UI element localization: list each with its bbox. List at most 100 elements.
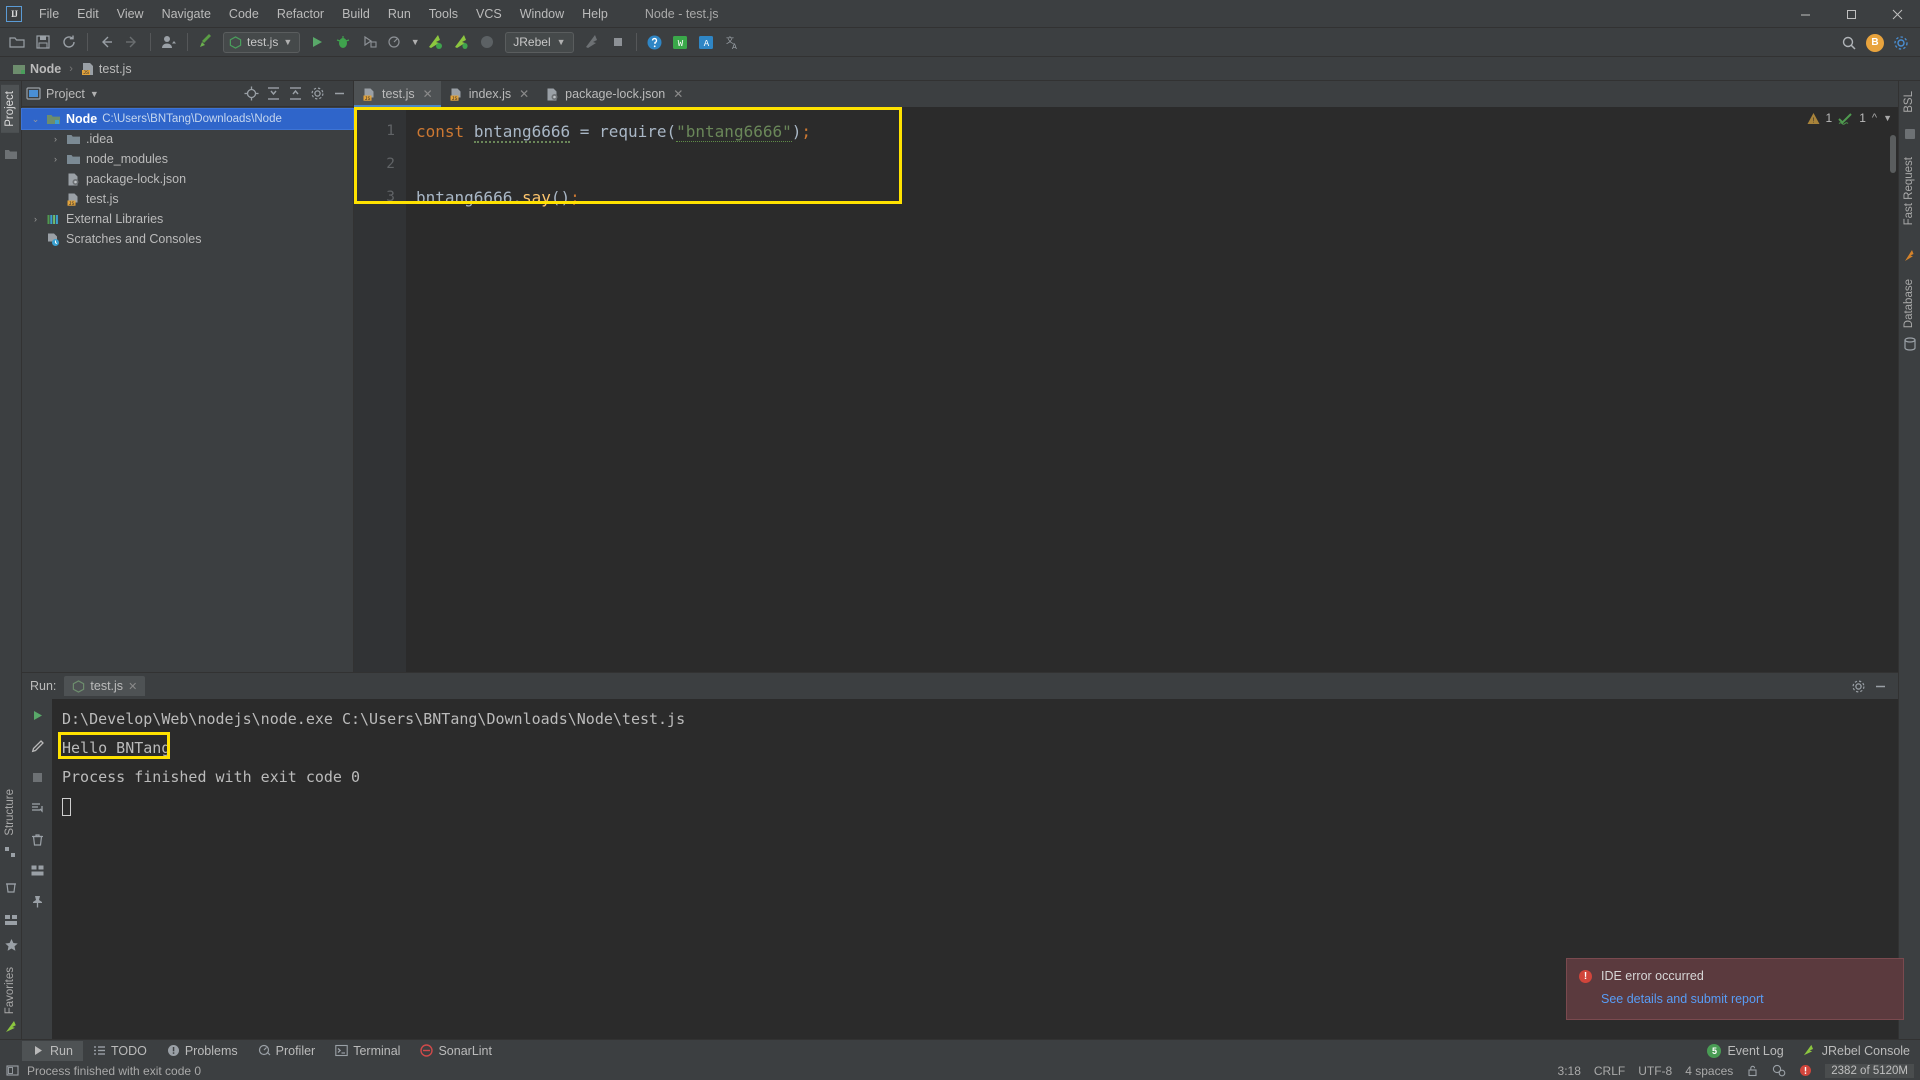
editor-tab-package-lock-json[interactable]: package-lock.json ✕: [537, 81, 691, 107]
notification-balloon[interactable]: ! IDE error occurred See details and sub…: [1566, 958, 1904, 1020]
unlock-icon[interactable]: [1746, 1064, 1759, 1077]
chevron-down-icon[interactable]: ▼: [409, 30, 421, 54]
chevron-down-icon[interactable]: ▼: [557, 37, 566, 47]
close-icon[interactable]: ✕: [128, 680, 137, 693]
save-icon[interactable]: [31, 30, 55, 54]
gear-icon[interactable]: [1889, 31, 1913, 55]
memory-indicator[interactable]: 2382 of 5120M: [1825, 1063, 1914, 1078]
edit-configuration-icon[interactable]: [27, 736, 47, 756]
tree-item-scratches-and-consoles[interactable]: Scratches and Consoles: [22, 229, 353, 249]
typo-check-icon[interactable]: [1838, 112, 1853, 125]
minimize-button[interactable]: [1782, 0, 1828, 28]
line-separator[interactable]: CRLF: [1594, 1064, 1625, 1078]
menu-item-navigate[interactable]: Navigate: [153, 3, 220, 25]
tree-item-package-lock-json[interactable]: package-lock.json: [22, 169, 353, 189]
code-editor[interactable]: 1 2 3 const bntang6666 = require("bntang66…: [354, 107, 1898, 672]
file-encoding[interactable]: UTF-8: [1638, 1064, 1672, 1078]
sidebar-item-bsl[interactable]: BSL: [1900, 85, 1918, 119]
bottom-tab-run[interactable]: Run: [22, 1040, 83, 1061]
collapse-all-icon[interactable]: [285, 84, 305, 104]
tree-item-test-js[interactable]: JS test.js: [22, 189, 353, 209]
sidebar-item-project[interactable]: Project: [1, 85, 19, 133]
menu-item-refactor[interactable]: Refactor: [268, 3, 333, 25]
profile-run-icon[interactable]: [383, 30, 407, 54]
bottom-tab-terminal[interactable]: Terminal: [325, 1041, 410, 1061]
sidebar-item-database[interactable]: Database: [1900, 273, 1918, 334]
scrollbar-thumb[interactable]: [1890, 135, 1896, 173]
tree-item-external-libraries[interactable]: › External Libraries: [22, 209, 353, 229]
chevron-down-icon[interactable]: ▼: [90, 89, 99, 99]
scroll-to-end-icon[interactable]: [27, 798, 47, 818]
breadcrumb-item-test-js[interactable]: JS test.js: [77, 60, 136, 78]
sidebar-item-fast-request[interactable]: Fast Request: [1900, 151, 1918, 231]
tree-item--idea[interactable]: › .idea: [22, 129, 353, 149]
translate-icon[interactable]: 文A: [721, 30, 745, 54]
close-icon[interactable]: ✕: [673, 87, 683, 101]
locate-icon[interactable]: [241, 84, 261, 104]
caret-position[interactable]: 3:18: [1558, 1064, 1581, 1078]
chevron-down-icon[interactable]: ▼: [1883, 113, 1892, 123]
run-icon[interactable]: [305, 30, 329, 54]
menu-item-help[interactable]: Help: [573, 3, 617, 25]
forward-arrow-icon[interactable]: [120, 30, 144, 54]
bottom-tab-profiler[interactable]: Profiler: [248, 1041, 326, 1061]
notification-link[interactable]: See details and submit report: [1601, 992, 1891, 1006]
bottom-tab-todo[interactable]: TODO: [83, 1041, 157, 1061]
stop-circle-icon[interactable]: [475, 30, 499, 54]
jrebel-app-icon[interactable]: [580, 30, 604, 54]
jrebel-run-icon[interactable]: [423, 30, 447, 54]
menu-item-window[interactable]: Window: [511, 3, 573, 25]
open-folder-icon[interactable]: [5, 30, 29, 54]
rerun-icon[interactable]: [27, 705, 47, 725]
maximize-button[interactable]: [1828, 0, 1874, 28]
avatar[interactable]: B: [1866, 33, 1884, 52]
run-tab-testjs[interactable]: test.js ✕: [64, 676, 146, 696]
sonar-scan-icon[interactable]: A: [695, 30, 719, 54]
build-hammer-icon[interactable]: [194, 30, 218, 54]
help-icon[interactable]: [643, 30, 667, 54]
menu-item-run[interactable]: Run: [379, 3, 420, 25]
close-button[interactable]: [1874, 0, 1920, 28]
code-line[interactable]: bntang6666.say();: [406, 181, 1898, 214]
code-content[interactable]: const bntang6666 = require("bntang6666")…: [406, 107, 1898, 672]
stop-icon[interactable]: [606, 30, 630, 54]
layout-icon[interactable]: [27, 860, 47, 880]
stop-icon[interactable]: [27, 767, 47, 787]
sidebar-item-structure[interactable]: Structure: [1, 783, 19, 842]
sidebar-item-favorites[interactable]: Favorites: [1, 961, 19, 1020]
jrebel-selector[interactable]: JRebel ▼: [505, 31, 574, 53]
menu-item-build[interactable]: Build: [333, 3, 379, 25]
expand-all-icon[interactable]: [263, 84, 283, 104]
editor-scrollbar[interactable]: [1888, 133, 1898, 698]
menu-item-file[interactable]: File: [30, 3, 68, 25]
hide-icon[interactable]: [1870, 676, 1890, 696]
layout-icon[interactable]: [4, 913, 18, 927]
close-icon[interactable]: ✕: [519, 87, 529, 101]
chevron-right-icon[interactable]: ›: [50, 134, 61, 144]
pin-icon[interactable]: [27, 891, 47, 911]
back-arrow-icon[interactable]: [94, 30, 118, 54]
inspection-icon[interactable]: [1772, 1064, 1786, 1077]
tree-item-node_modules[interactable]: › node_modules: [22, 149, 353, 169]
gear-icon[interactable]: [1848, 676, 1868, 696]
breadcrumb-item-Node[interactable]: Node: [8, 60, 65, 78]
jrebel-console-button[interactable]: JRebel Console: [1802, 1044, 1910, 1058]
hide-icon[interactable]: [329, 84, 349, 104]
editor-tab-index-js[interactable]: JS index.js ✕: [441, 81, 537, 107]
menu-item-edit[interactable]: Edit: [68, 3, 108, 25]
bottom-tab-problems[interactable]: Problems: [157, 1041, 248, 1061]
trash-icon[interactable]: [27, 829, 47, 849]
menu-item-vcs[interactable]: VCS: [467, 3, 511, 25]
search-icon[interactable]: [1837, 31, 1861, 55]
bottom-tab-sonarlint[interactable]: SonarLint: [410, 1041, 502, 1061]
event-log-button[interactable]: 5 Event Log: [1707, 1043, 1784, 1058]
tree-item-node[interactable]: ⌄ Node C:\Users\BNTang\Downloads\Node: [21, 108, 354, 130]
gear-icon[interactable]: [307, 84, 327, 104]
menu-item-code[interactable]: Code: [220, 3, 268, 25]
chevron-up-icon[interactable]: ^: [1872, 112, 1877, 124]
chevron-right-icon[interactable]: ›: [50, 154, 61, 164]
sync-icon[interactable]: [57, 30, 81, 54]
chevron-down-icon[interactable]: ⌄: [30, 114, 41, 125]
chevron-down-icon[interactable]: ▼: [283, 37, 292, 47]
code-line[interactable]: const bntang6666 = require("bntang6666")…: [406, 115, 1898, 148]
